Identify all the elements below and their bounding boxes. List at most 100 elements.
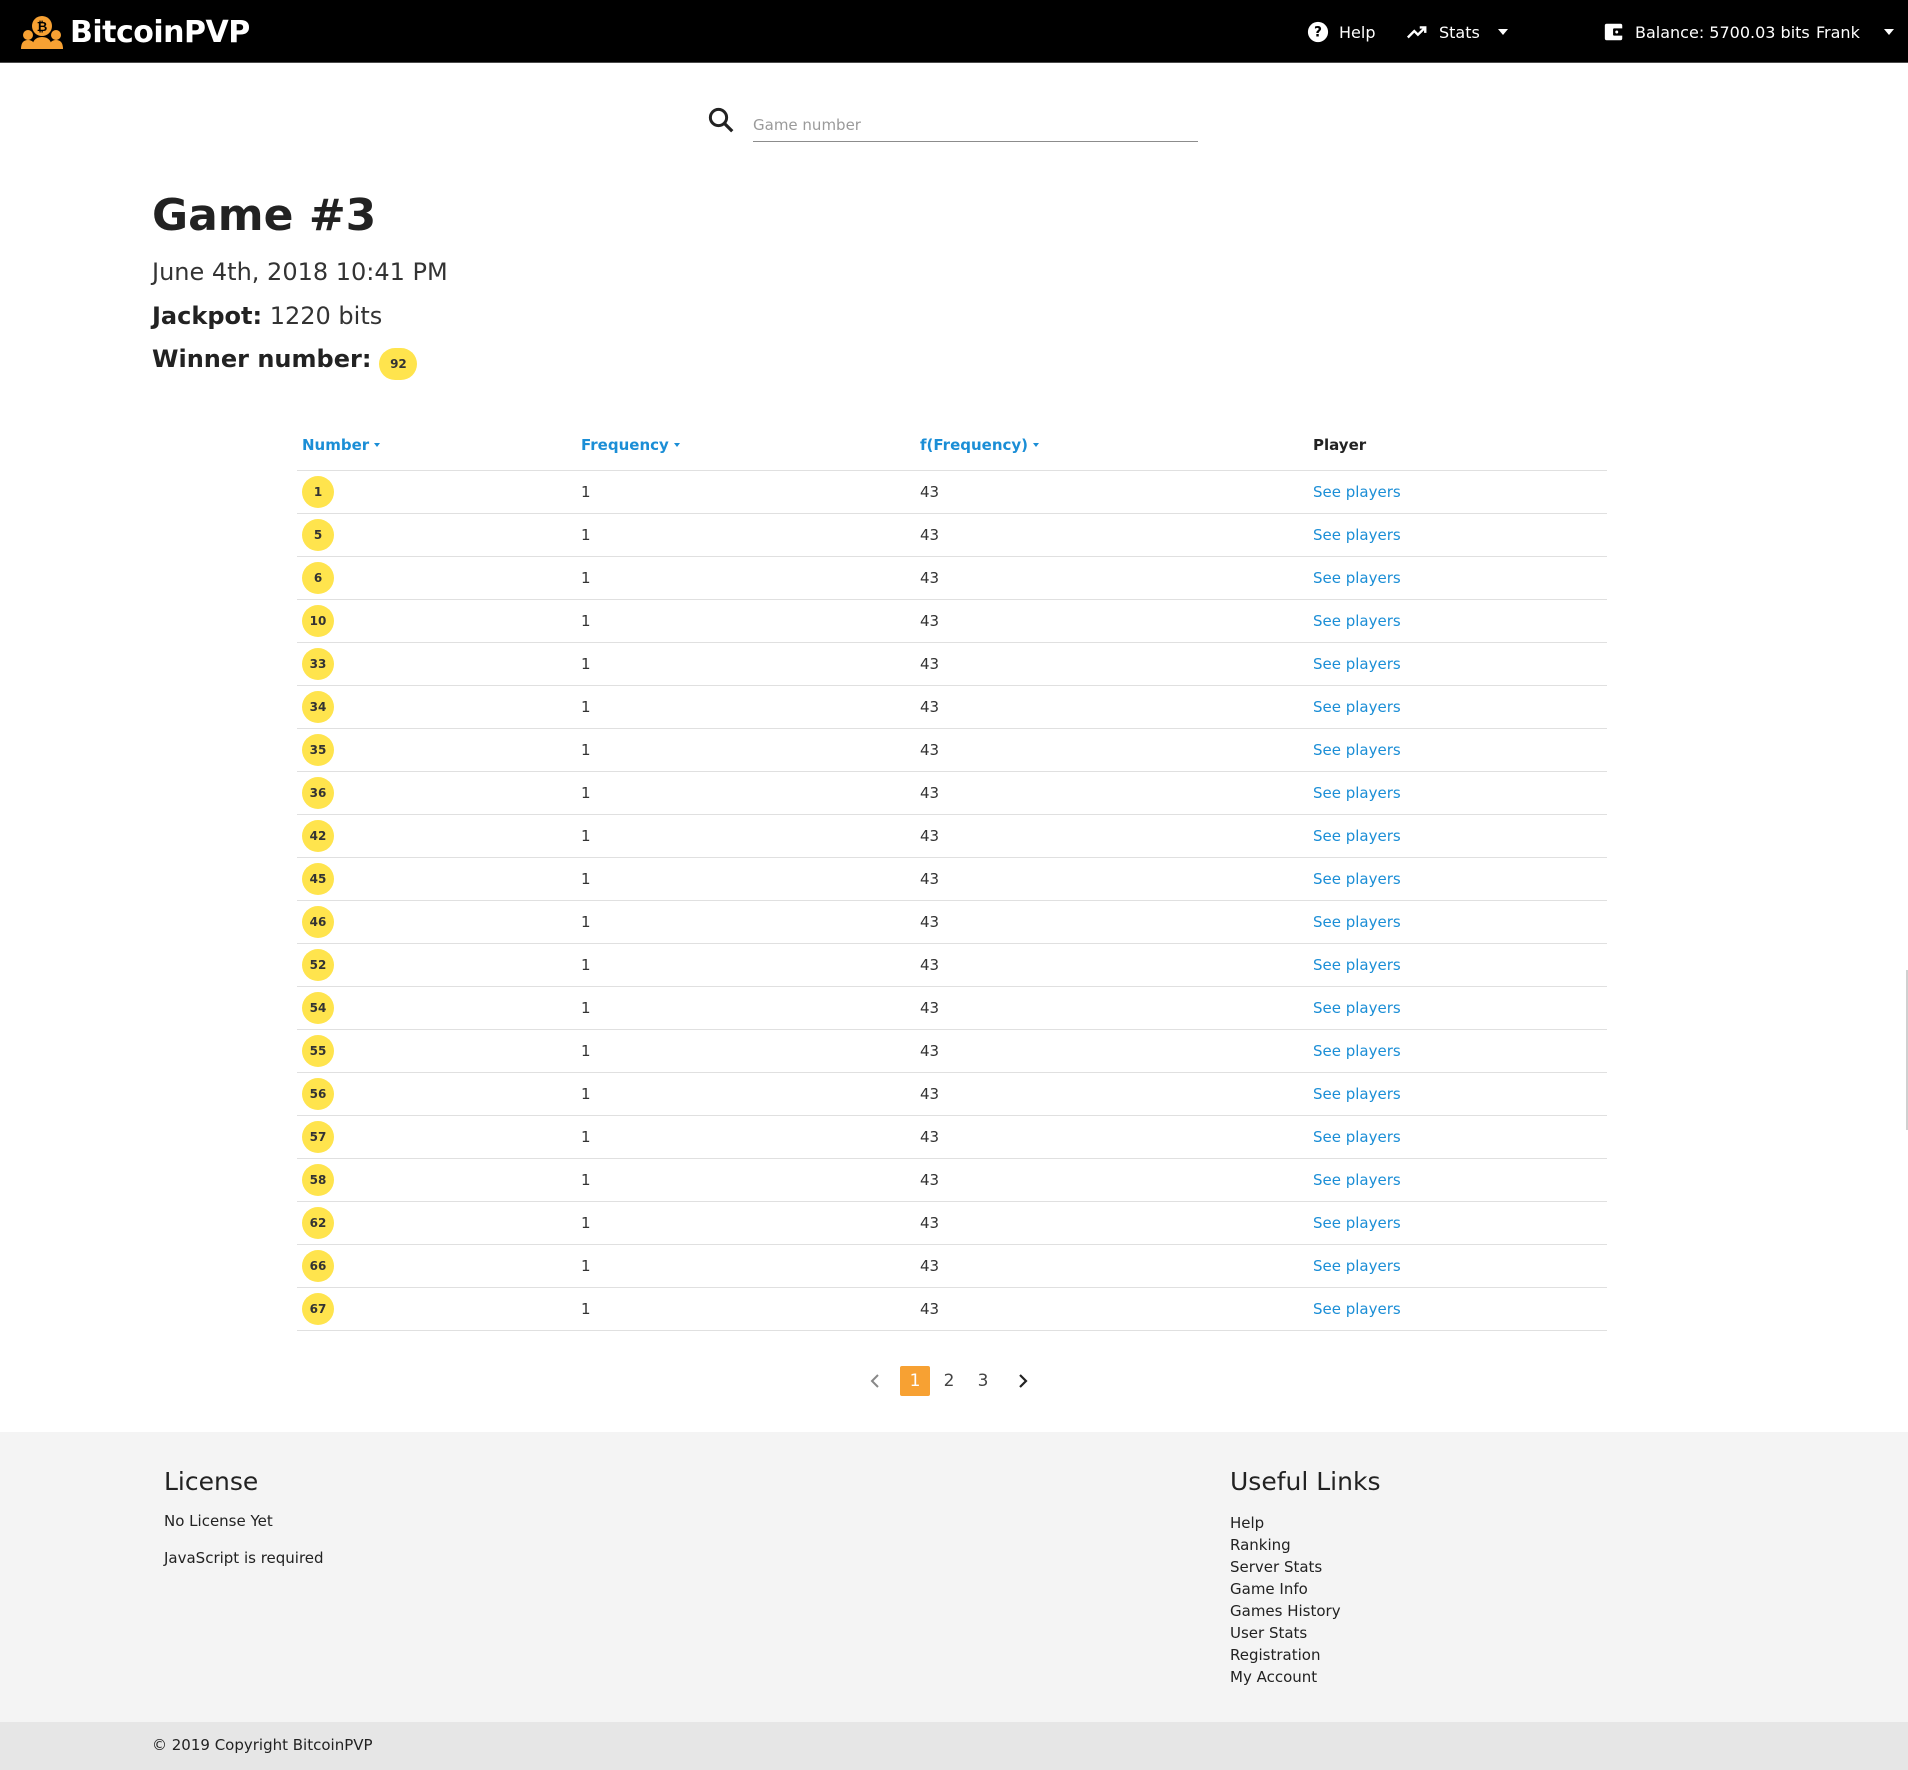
see-players-link[interactable]: See players	[1313, 1085, 1401, 1103]
number-badge: 35	[302, 733, 334, 766]
table-row: 6 1 43 See players	[297, 556, 1607, 600]
see-players-link[interactable]: See players	[1313, 612, 1401, 630]
cell-frequency: 1	[576, 1201, 915, 1245]
see-players-link[interactable]: See players	[1313, 827, 1401, 845]
footer-link[interactable]: Games History	[1230, 1600, 1341, 1622]
footer-link[interactable]: My Account	[1230, 1666, 1341, 1688]
header-frequency[interactable]: Frequency	[576, 420, 915, 471]
cell-f-frequency: 43	[915, 1244, 1308, 1288]
nav-stats-dropdown[interactable]: Stats	[1405, 18, 1508, 46]
table-row: 5 1 43 See players	[297, 513, 1607, 557]
see-players-link[interactable]: See players	[1313, 999, 1401, 1017]
footer-link[interactable]: Server Stats	[1230, 1556, 1341, 1578]
page-numbers: 123	[898, 1366, 1000, 1396]
numbers-table: Number Frequency f(Frequency) Player 114…	[297, 420, 1607, 1331]
header-player: Player	[1308, 420, 1607, 471]
cell-frequency: 1	[576, 470, 915, 514]
page-3-button[interactable]: 3	[968, 1366, 998, 1396]
footer-link[interactable]: User Stats	[1230, 1622, 1341, 1644]
brand[interactable]: ₿ BitcoinPVP	[20, 14, 250, 50]
sort-frequency-button[interactable]: Frequency	[581, 436, 669, 454]
sort-number-button[interactable]: Number	[302, 436, 369, 454]
cell-number: 52	[297, 943, 576, 987]
cell-frequency: 1	[576, 556, 915, 600]
cell-f-frequency: 43	[915, 556, 1308, 600]
see-players-link[interactable]: See players	[1313, 741, 1401, 759]
sort-f-frequency-button[interactable]: f(Frequency)	[920, 436, 1028, 454]
cell-player: See players	[1308, 599, 1607, 643]
footer-link[interactable]: Registration	[1230, 1644, 1341, 1666]
footer-link[interactable]: Game Info	[1230, 1578, 1341, 1600]
table-row: 10 1 43 See players	[297, 599, 1607, 643]
next-page-button[interactable]	[1008, 1366, 1038, 1396]
see-players-link[interactable]: See players	[1313, 784, 1401, 802]
table-row: 1 1 43 See players	[297, 470, 1607, 514]
footer-link[interactable]: Help	[1230, 1512, 1341, 1534]
prev-page-button[interactable]	[860, 1366, 890, 1396]
see-players-link[interactable]: See players	[1313, 1214, 1401, 1232]
jackpot-value: 1220 bits	[269, 302, 383, 330]
nav-help-link[interactable]: ? Help	[1307, 18, 1375, 46]
cell-f-frequency: 43	[915, 857, 1308, 901]
balance-label: Balance: 5700.03 bits	[1635, 22, 1810, 42]
user-menu-dropdown[interactable]: Frank	[1816, 18, 1894, 46]
cell-f-frequency: 43	[915, 1158, 1308, 1202]
trending-up-icon	[1406, 26, 1427, 39]
game-number-input[interactable]	[753, 100, 1198, 142]
see-players-link[interactable]: See players	[1313, 1300, 1401, 1318]
number-badge: 56	[302, 1077, 334, 1110]
search-icon[interactable]	[706, 105, 736, 135]
see-players-link[interactable]: See players	[1313, 913, 1401, 931]
chevron-down-icon	[1497, 29, 1508, 35]
header-f-frequency[interactable]: f(Frequency)	[915, 420, 1308, 471]
svg-text:₿: ₿	[37, 20, 48, 35]
sort-caret-icon	[374, 443, 381, 448]
see-players-link[interactable]: See players	[1313, 870, 1401, 888]
table-row: 58 1 43 See players	[297, 1158, 1607, 1202]
number-badge: 67	[302, 1292, 334, 1325]
cell-player: See players	[1308, 814, 1607, 858]
cell-number: 54	[297, 986, 576, 1030]
game-search	[706, 100, 1198, 144]
see-players-link[interactable]: See players	[1313, 698, 1401, 716]
nav-balance[interactable]: Balance: 5700.03 bits	[1603, 18, 1810, 46]
number-badge: 6	[302, 561, 334, 594]
see-players-link[interactable]: See players	[1313, 526, 1401, 544]
number-badge: 33	[302, 647, 334, 680]
cell-frequency: 1	[576, 1029, 915, 1073]
nav-stats-label: Stats	[1439, 22, 1480, 42]
cell-f-frequency: 43	[915, 771, 1308, 815]
cell-f-frequency: 43	[915, 814, 1308, 858]
cell-number: 62	[297, 1201, 576, 1245]
sort-caret-icon	[673, 443, 680, 448]
number-badge: 66	[302, 1249, 334, 1282]
page-1-button[interactable]: 1	[900, 1366, 930, 1396]
see-players-link[interactable]: See players	[1313, 655, 1401, 673]
game-winner: Winner number: 92	[152, 338, 418, 380]
chevron-left-icon	[870, 1374, 879, 1388]
number-badge: 54	[302, 991, 334, 1024]
cell-f-frequency: 43	[915, 1201, 1308, 1245]
useful-links-title: Useful Links	[1230, 1467, 1381, 1496]
game-date: June 4th, 2018 10:41 PM	[152, 258, 448, 286]
see-players-link[interactable]: See players	[1313, 1171, 1401, 1189]
cell-number: 34	[297, 685, 576, 729]
cell-player: See players	[1308, 1287, 1607, 1331]
footer-link[interactable]: Ranking	[1230, 1534, 1341, 1556]
cell-player: See players	[1308, 1201, 1607, 1245]
cell-number: 45	[297, 857, 576, 901]
see-players-link[interactable]: See players	[1313, 569, 1401, 587]
header-number[interactable]: Number	[297, 420, 576, 471]
see-players-link[interactable]: See players	[1313, 956, 1401, 974]
cell-f-frequency: 43	[915, 1287, 1308, 1331]
see-players-link[interactable]: See players	[1313, 1128, 1401, 1146]
cell-frequency: 1	[576, 1158, 915, 1202]
page-2-button[interactable]: 2	[934, 1366, 964, 1396]
cell-number: 5	[297, 513, 576, 557]
see-players-link[interactable]: See players	[1313, 1257, 1401, 1275]
see-players-link[interactable]: See players	[1313, 1042, 1401, 1060]
cell-player: See players	[1308, 986, 1607, 1030]
cell-number: 58	[297, 1158, 576, 1202]
table-row: 57 1 43 See players	[297, 1115, 1607, 1159]
see-players-link[interactable]: See players	[1313, 483, 1401, 501]
